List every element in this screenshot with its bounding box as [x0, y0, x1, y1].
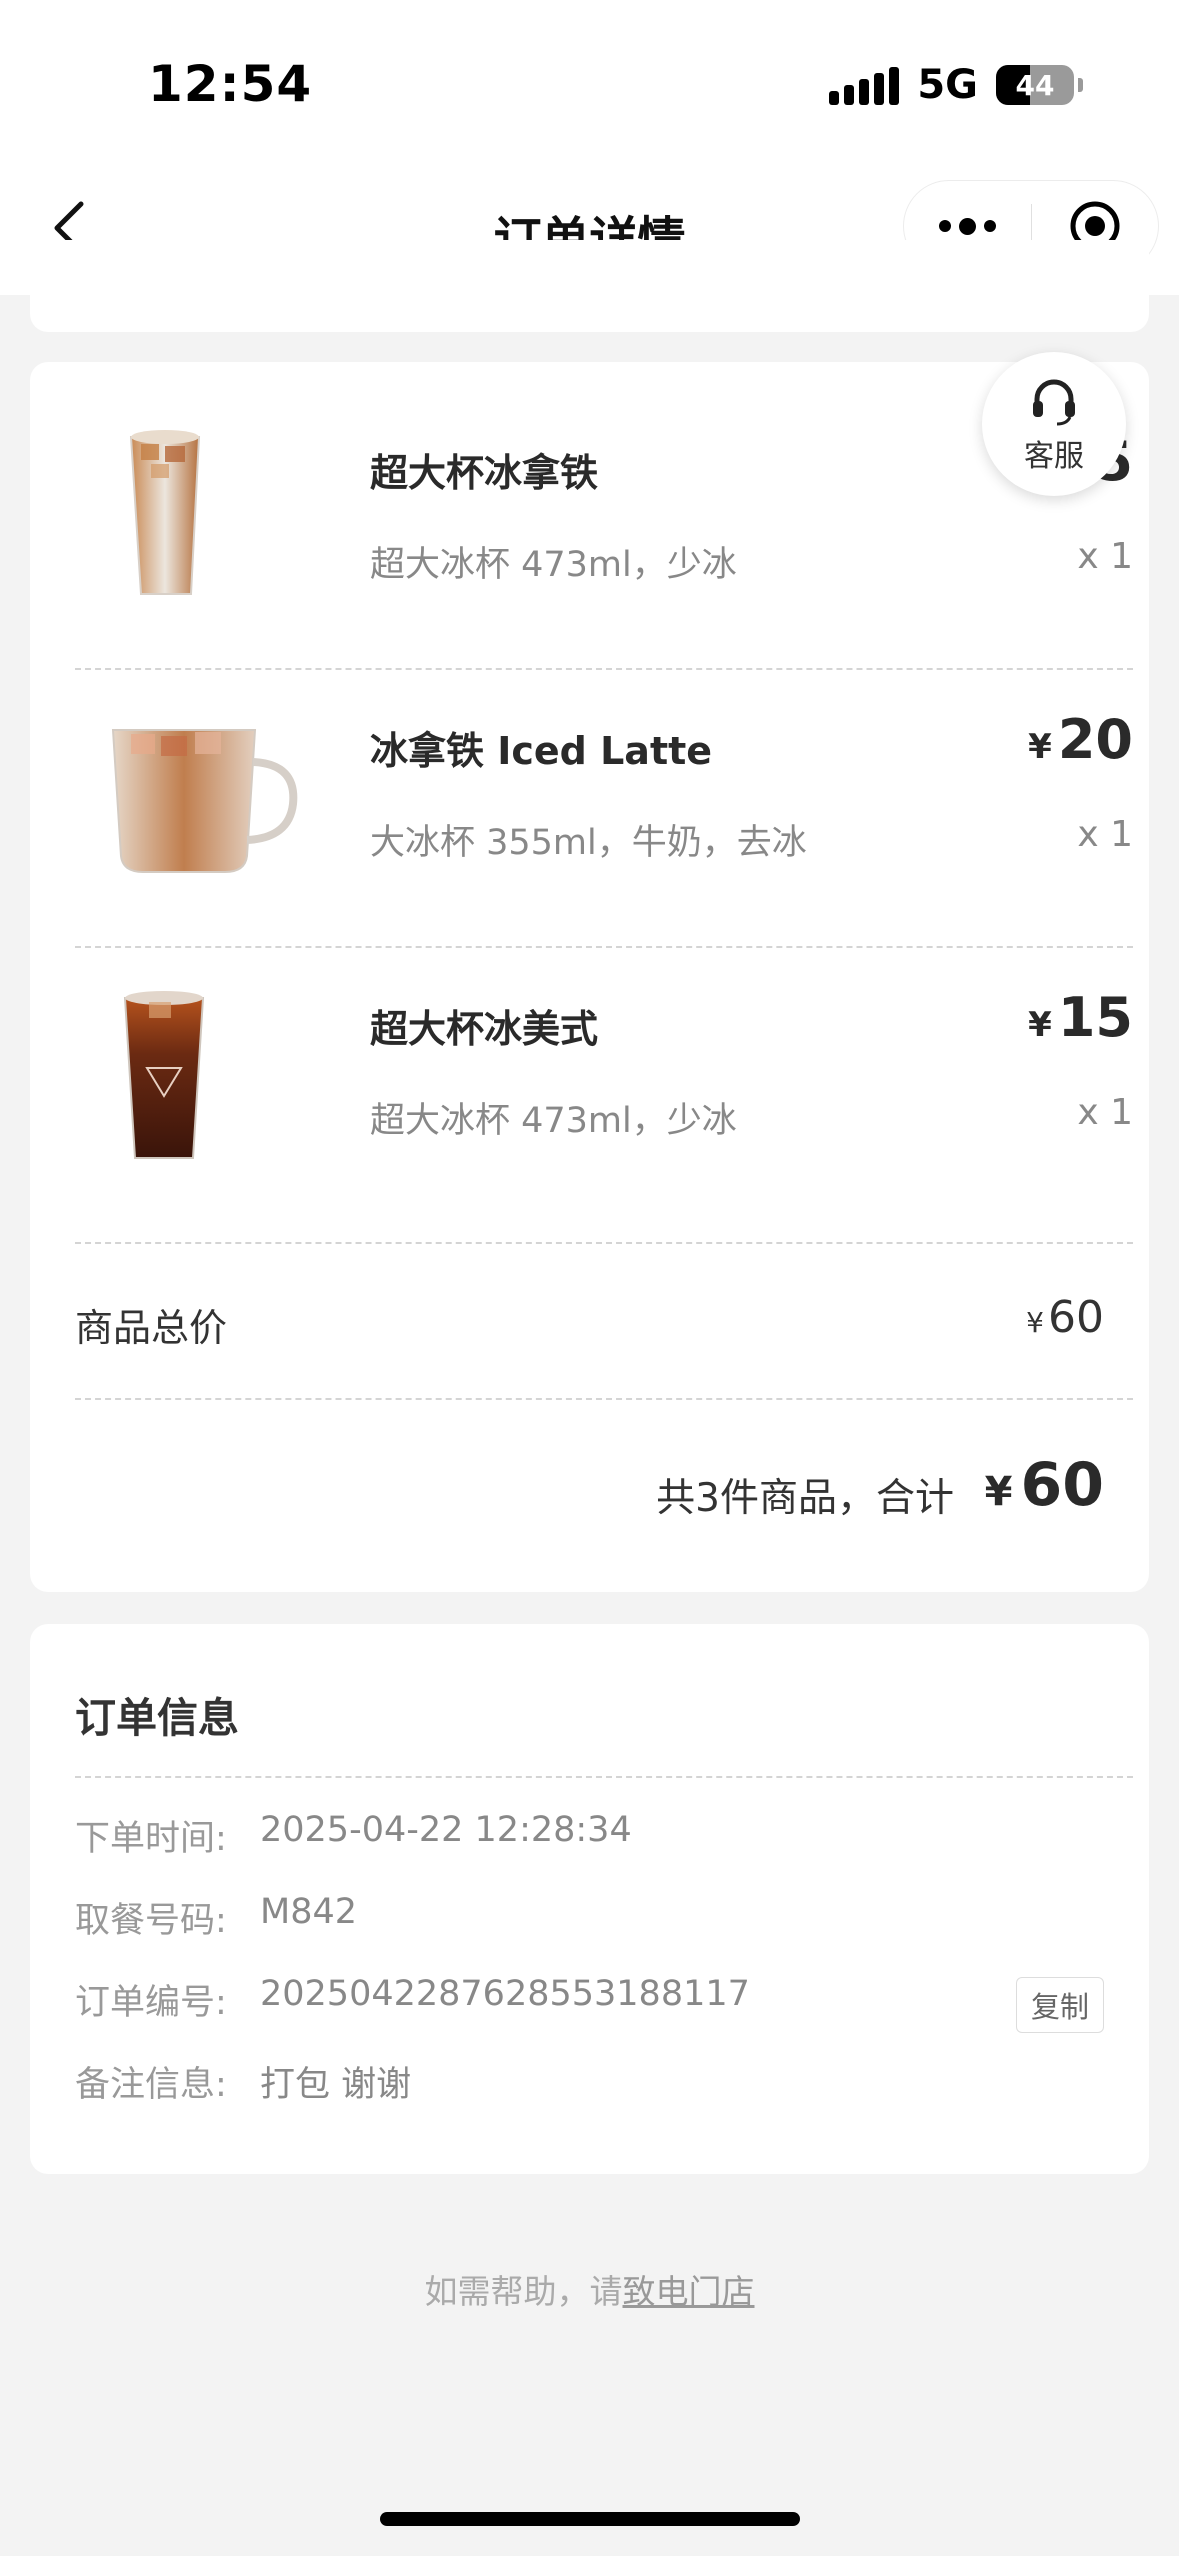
- order-time-label: 下单时间:: [75, 1819, 227, 1859]
- battery-level: 44: [1015, 68, 1055, 102]
- help-prefix: 如需帮助，请: [424, 2272, 623, 2311]
- divider: [75, 1242, 1133, 1244]
- subtotal-value: ¥60: [1026, 1292, 1104, 1343]
- copy-button[interactable]: 复制: [1016, 1977, 1104, 2033]
- item-spec: 大冰杯 355ml，牛奶，去冰: [370, 823, 807, 863]
- order-time-value: 2025-04-22 12:28:34: [260, 1810, 632, 1850]
- product-image: [129, 430, 201, 595]
- status-time: 12:54: [148, 55, 313, 113]
- item-price: ¥15: [1028, 986, 1133, 1049]
- signal-icon: [829, 65, 900, 105]
- battery-icon: 44: [996, 65, 1074, 105]
- order-time-row: 下单时间: 2025-04-22 12:28:34: [75, 1810, 632, 1861]
- headset-icon: [1033, 379, 1075, 426]
- help-text: 如需帮助，请致电门店: [0, 2265, 1179, 2313]
- order-info-title: 订单信息: [75, 1694, 239, 1742]
- remark-row: 备注信息: 打包 谢谢: [75, 2056, 411, 2107]
- list-item[interactable]: 超大杯冰拿铁 超大冰杯 473ml，少冰 ¥25 x 1: [75, 362, 1133, 640]
- item-name: 冰拿铁 Iced Latte: [370, 729, 713, 773]
- divider: [75, 1398, 1133, 1400]
- home-indicator: [380, 2512, 800, 2526]
- previous-card: [30, 240, 1149, 332]
- order-number-value: 2025042287628553188117: [260, 1974, 750, 2014]
- battery-cap: [1078, 78, 1083, 92]
- remark-label: 备注信息:: [75, 2065, 227, 2105]
- item-price: ¥20: [1028, 708, 1133, 771]
- subtotal-label: 商品总价: [75, 1306, 228, 1350]
- pickup-number-label: 取餐号码:: [75, 1901, 227, 1941]
- product-image: [111, 729, 298, 873]
- total-value: ¥60: [984, 1450, 1104, 1520]
- item-quantity: x 1: [1077, 1092, 1133, 1133]
- customer-service-button[interactable]: 客服: [982, 352, 1126, 496]
- customer-service-label: 客服: [1024, 439, 1084, 474]
- order-items-card: 超大杯冰拿铁 超大冰杯 473ml，少冰 ¥25 x 1 冰拿铁 Iced La…: [30, 362, 1149, 1592]
- status-bar: 12:54 5G 44: [0, 0, 1179, 160]
- item-spec: 超大冰杯 473ml，少冰: [370, 545, 737, 585]
- item-quantity: x 1: [1077, 814, 1133, 855]
- list-item[interactable]: 冰拿铁 Iced Latte 大冰杯 355ml，牛奶，去冰 ¥20 x 1: [75, 640, 1133, 918]
- more-dots-icon: [939, 220, 951, 232]
- item-name: 超大杯冰拿铁: [370, 451, 599, 495]
- divider: [75, 1776, 1133, 1778]
- pickup-number-value: M842: [260, 1892, 358, 1932]
- call-store-link[interactable]: 致电门店: [623, 2272, 755, 2311]
- status-indicators: 5G 44: [829, 62, 1083, 108]
- order-info-card: 订单信息 下单时间: 2025-04-22 12:28:34 取餐号码: M84…: [30, 1624, 1149, 2174]
- list-item[interactable]: 超大杯冰美式 超大冰杯 473ml，少冰 ¥15 x 1: [75, 918, 1133, 1196]
- network-type: 5G: [917, 62, 978, 108]
- item-spec: 超大冰杯 473ml，少冰: [370, 1101, 737, 1141]
- remark-value: 打包 谢谢: [260, 2065, 412, 2105]
- product-image: [123, 991, 205, 1159]
- order-number-label: 订单编号:: [75, 1983, 227, 2023]
- total-label: 共3件商品，合计: [656, 1476, 954, 1521]
- order-number-row: 订单编号: 2025042287628553188117: [75, 1974, 750, 2025]
- item-quantity: x 1: [1077, 536, 1133, 577]
- pickup-number-row: 取餐号码: M842: [75, 1892, 357, 1943]
- item-name: 超大杯冰美式: [370, 1007, 599, 1051]
